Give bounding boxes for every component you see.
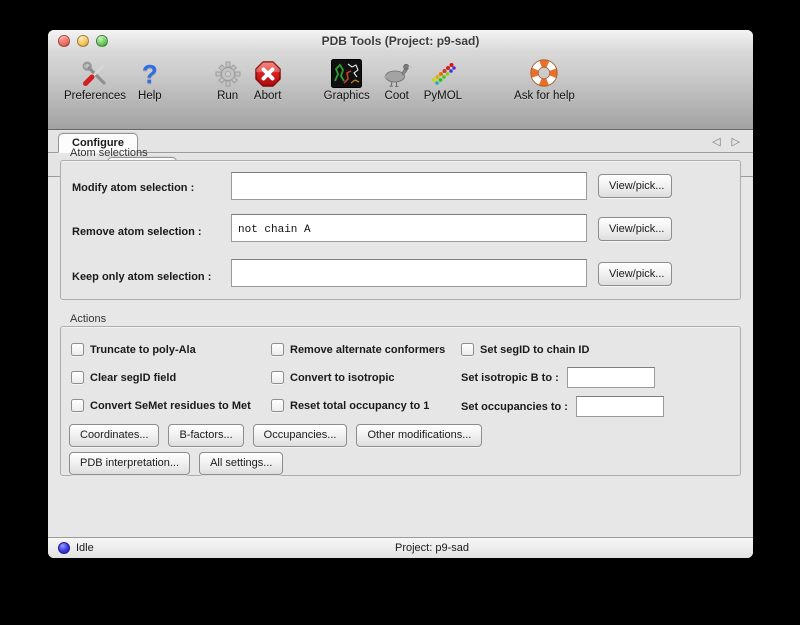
lifebuoy-icon: [529, 56, 559, 88]
checkbox-icon: [71, 343, 84, 356]
set-occupancies-field: Set occupancies to :: [461, 396, 664, 417]
toolbar-label: Ask for help: [514, 90, 575, 102]
status-indicator-icon: [58, 542, 70, 554]
occupancies-button[interactable]: Occupancies...: [253, 424, 348, 447]
status-text: Idle: [76, 542, 94, 554]
coordinates-button[interactable]: Coordinates...: [69, 424, 159, 447]
titlebar[interactable]: PDB Tools (Project: p9-sad): [48, 30, 753, 52]
remove-selection-input[interactable]: [231, 214, 587, 242]
set-isotropic-field: Set isotropic B to :: [461, 367, 655, 388]
gear-icon: [214, 56, 242, 88]
set-occupancies-label: Set occupancies to :: [461, 401, 568, 413]
checkbox-icon: [461, 343, 474, 356]
atom-selections-title: Atom selections: [70, 147, 148, 159]
toolbar-label: Abort: [254, 90, 282, 102]
set-occupancies-input[interactable]: [576, 396, 664, 417]
coot-button[interactable]: Coot: [378, 54, 416, 104]
toolbar-label: PyMOL: [424, 90, 462, 102]
toolbar-label: Preferences: [64, 90, 126, 102]
pdb-tools-window: PDB Tools (Project: p9-sad) Preferences: [48, 30, 753, 558]
convert-isotropic-checkbox[interactable]: Convert to isotropic: [271, 371, 395, 384]
configure-tabbar: Configure ◁ ▷: [48, 131, 753, 153]
remove-selection-label: Remove atom selection :: [72, 226, 202, 238]
abort-button[interactable]: Abort: [250, 54, 286, 104]
window-chrome: PDB Tools (Project: p9-sad) Preferences: [48, 30, 753, 130]
toolbar-label: Help: [138, 90, 162, 102]
set-isotropic-input[interactable]: [567, 367, 655, 388]
actions-group: Truncate to poly-Ala Remove alternate co…: [60, 326, 741, 476]
set-segid-checkbox[interactable]: Set segID to chain ID: [461, 343, 589, 356]
tools-icon: [81, 56, 109, 88]
status-bar: Idle Project: p9-sad: [48, 537, 753, 558]
ask-for-help-button[interactable]: Ask for help: [510, 54, 579, 104]
question-mark-icon: ?: [142, 56, 158, 88]
actions-title: Actions: [70, 313, 106, 325]
other-modifications-button[interactable]: Other modifications...: [356, 424, 482, 447]
modify-selection-input[interactable]: [231, 172, 587, 200]
keep-selection-input[interactable]: [231, 259, 587, 287]
all-settings-button[interactable]: All settings...: [199, 452, 283, 475]
set-isotropic-label: Set isotropic B to :: [461, 372, 559, 384]
modify-viewpick-button[interactable]: View/pick...: [598, 174, 672, 198]
preferences-button[interactable]: Preferences: [60, 54, 130, 104]
pymol-button[interactable]: PyMOL: [420, 54, 466, 104]
tab-scroll-left-icon[interactable]: ◁: [712, 135, 720, 148]
toolbar-label: Coot: [385, 90, 409, 102]
stop-x-icon: [254, 56, 282, 88]
toolbar-label: Graphics: [324, 90, 370, 102]
graphics-button[interactable]: Graphics: [320, 54, 374, 104]
convert-semet-checkbox[interactable]: Convert SeMet residues to Met: [71, 399, 251, 412]
remove-altconf-checkbox[interactable]: Remove alternate conformers: [271, 343, 445, 356]
b-factors-button[interactable]: B-factors...: [168, 424, 243, 447]
clear-segid-checkbox[interactable]: Clear segID field: [71, 371, 176, 384]
modify-selection-label: Modify atom selection :: [72, 182, 194, 194]
run-button[interactable]: Run: [210, 54, 246, 104]
remove-viewpick-button[interactable]: View/pick...: [598, 217, 672, 241]
keep-selection-label: Keep only atom selection :: [72, 271, 211, 283]
truncate-polyala-checkbox[interactable]: Truncate to poly-Ala: [71, 343, 196, 356]
checkbox-icon: [271, 371, 284, 384]
pdb-interpretation-button[interactable]: PDB interpretation...: [69, 452, 190, 475]
help-button[interactable]: ? Help: [134, 54, 166, 104]
reset-occupancy-checkbox[interactable]: Reset total occupancy to 1: [271, 399, 429, 412]
checkbox-icon: [71, 371, 84, 384]
toolbar: Preferences ? Help: [48, 54, 753, 128]
checkbox-icon: [71, 399, 84, 412]
checkbox-icon: [271, 343, 284, 356]
molecule-graphics-icon: [331, 56, 362, 88]
atom-selections-group: Modify atom selection : View/pick... Rem…: [60, 160, 741, 300]
actions-button-row-2: PDB interpretation... All settings...: [69, 452, 283, 475]
rainbow-helix-icon: [429, 56, 457, 88]
actions-button-row-1: Coordinates... B-factors... Occupancies.…: [69, 424, 482, 447]
keep-viewpick-button[interactable]: View/pick...: [598, 262, 672, 286]
tab-scroll-right-icon[interactable]: ▷: [732, 135, 740, 148]
project-label: Project: p9-sad: [395, 542, 469, 554]
toolbar-label: Run: [217, 90, 238, 102]
coot-bird-icon: [382, 56, 412, 88]
checkbox-icon: [271, 399, 284, 412]
window-title: PDB Tools (Project: p9-sad): [48, 34, 753, 48]
